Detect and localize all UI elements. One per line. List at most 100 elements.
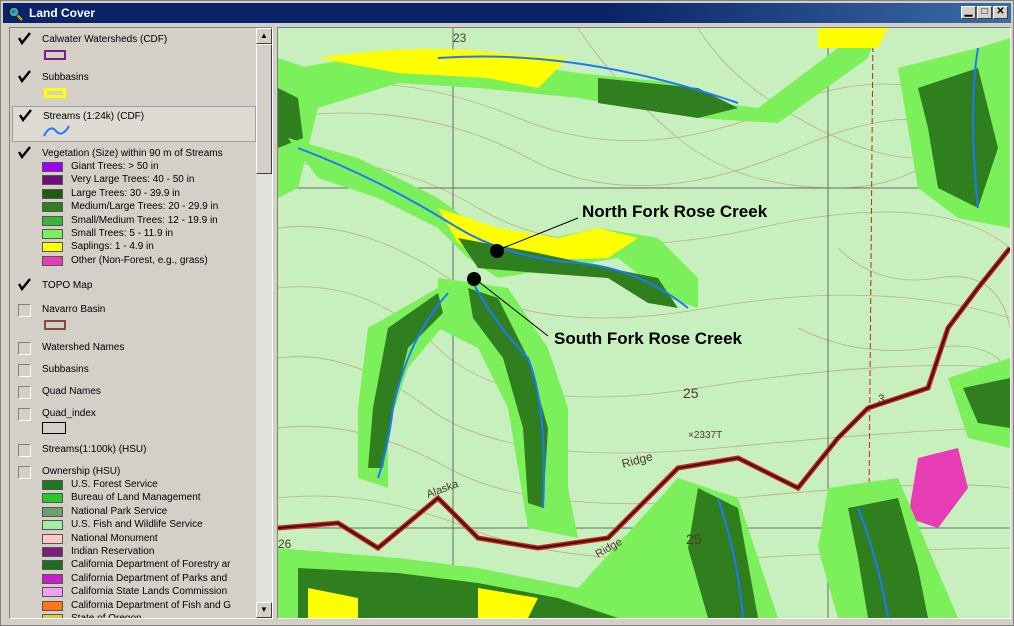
checkmark-icon[interactable] bbox=[18, 146, 31, 159]
layer-name: Streams (1:24k) (CDF) bbox=[43, 111, 145, 122]
checkbox[interactable] bbox=[18, 342, 31, 355]
north-fork-point-icon[interactable] bbox=[490, 244, 504, 258]
legend-swatch bbox=[42, 506, 63, 517]
legend-swatch bbox=[42, 560, 63, 571]
legend-item: Indian Reservation bbox=[42, 546, 256, 559]
layer-name: Quad Names bbox=[42, 386, 101, 397]
legend-item: Saplings: 1 - 4.9 in bbox=[42, 241, 256, 254]
checkbox[interactable] bbox=[18, 408, 31, 421]
legend-label: Giant Trees: > 50 in bbox=[71, 161, 159, 172]
section-number: 25 bbox=[686, 531, 702, 547]
map-canvas[interactable]: ×2337T Ridge 25 25 26 23 Alaska Ridge 3 … bbox=[278, 28, 1010, 618]
layer-vegetation[interactable]: Vegetation (Size) within 90 m of Streams… bbox=[12, 144, 256, 268]
blue-wavy-line-icon bbox=[43, 125, 70, 137]
checkbox[interactable] bbox=[18, 386, 31, 399]
table-of-contents: Calwater Watersheds (CDF) Subbasins Stre… bbox=[9, 27, 273, 619]
minimize-icon: ▁ bbox=[964, 6, 973, 17]
minimize-button[interactable]: ▁ bbox=[961, 6, 976, 19]
legend-label: National Monument bbox=[71, 532, 158, 544]
legend-swatch bbox=[42, 533, 63, 544]
close-icon: ✕ bbox=[996, 6, 1005, 17]
legend-swatch bbox=[42, 188, 63, 199]
legend-swatch bbox=[42, 614, 63, 618]
legend-label: Bureau of Land Management bbox=[71, 492, 201, 504]
layer-name: Calwater Watersheds (CDF) bbox=[42, 34, 168, 45]
legend-label: Other (Non-Forest, e.g., grass) bbox=[71, 254, 208, 266]
window-title: Land Cover bbox=[29, 6, 96, 20]
layer-subbasins-2[interactable]: Subbasins bbox=[12, 362, 256, 380]
section-number: 23 bbox=[453, 31, 467, 45]
legend-swatch bbox=[42, 480, 63, 490]
layer-quad-names[interactable]: Quad Names bbox=[12, 384, 256, 402]
layer-ownership[interactable]: Ownership (HSU) U.S. Forest Service Burea… bbox=[12, 464, 256, 618]
scroll-thumb[interactable] bbox=[256, 44, 272, 174]
layer-calwater-watersheds[interactable]: Calwater Watersheds (CDF) bbox=[12, 30, 256, 66]
legend-item: National Monument bbox=[42, 533, 256, 546]
layer-streams-24k[interactable]: Streams (1:24k) (CDF) bbox=[12, 106, 256, 142]
close-button[interactable]: ✕ bbox=[993, 6, 1008, 19]
legend-swatch bbox=[42, 573, 63, 584]
legend-label: California State Lands Commission bbox=[71, 586, 228, 598]
legend-label: Small Trees: 5 - 11.9 in bbox=[71, 228, 174, 239]
land-cover-window: Land Cover ▁ □ ✕ Calwater Watersheds (CD… bbox=[0, 0, 1014, 626]
layer-name: Subbasins bbox=[42, 364, 89, 375]
layer-subbasins[interactable]: Subbasins bbox=[12, 68, 256, 104]
checkbox[interactable] bbox=[18, 444, 31, 457]
legend-label: Large Trees: 30 - 39.9 in bbox=[71, 187, 180, 199]
south-fork-point-icon[interactable] bbox=[467, 272, 481, 286]
legend-swatch bbox=[42, 242, 63, 253]
legend-swatch bbox=[42, 493, 63, 504]
layer-navarro-basin[interactable]: Navarro Basin bbox=[12, 302, 256, 336]
legend-swatch bbox=[42, 175, 63, 186]
checkmark-icon[interactable] bbox=[18, 32, 31, 45]
legend-item: California Department of Forestry ar bbox=[42, 559, 256, 572]
legend-label: Very Large Trees: 40 - 50 in bbox=[71, 174, 195, 186]
checkmark-icon[interactable] bbox=[18, 70, 31, 83]
legend-swatch bbox=[42, 520, 63, 531]
map-view[interactable]: ×2337T Ridge 25 25 26 23 Alaska Ridge 3 … bbox=[277, 27, 1011, 619]
south-fork-label: South Fork Rose Creek bbox=[554, 329, 743, 348]
legend-item: Large Trees: 30 - 39.9 in bbox=[42, 188, 256, 201]
layer-watershed-names[interactable]: Watershed Names bbox=[12, 340, 256, 358]
legend-label: National Park Service bbox=[71, 505, 168, 517]
layer-quad-index[interactable]: Quad_index bbox=[12, 406, 256, 440]
layer-name: Subbasins bbox=[42, 72, 89, 83]
triangle-down-icon: ▼ bbox=[260, 605, 268, 614]
checkmark-icon[interactable] bbox=[19, 109, 32, 122]
maximize-icon: □ bbox=[981, 6, 988, 17]
legend-label: U.S. Forest Service bbox=[71, 479, 158, 490]
layer-name: Streams(1:100k) (HSU) bbox=[42, 444, 147, 455]
legend-swatch bbox=[42, 255, 63, 266]
layer-topo-map[interactable]: TOPO Map bbox=[12, 276, 256, 294]
maximize-button[interactable]: □ bbox=[977, 6, 992, 19]
north-fork-label: North Fork Rose Creek bbox=[582, 202, 768, 221]
toc-scrollbar[interactable]: ▲ ▼ bbox=[256, 28, 272, 618]
legend-item: Medium/Large Trees: 20 - 29.9 in bbox=[42, 201, 256, 214]
legend-swatch bbox=[42, 587, 63, 598]
triangle-up-icon: ▲ bbox=[260, 31, 268, 40]
legend-label: California Department of Forestry ar bbox=[71, 559, 231, 571]
legend-label: California Department of Fish and G bbox=[71, 599, 232, 611]
layer-streams-100k[interactable]: Streams(1:100k) (HSU) bbox=[12, 442, 256, 460]
search-globe-icon bbox=[8, 6, 23, 21]
layer-name: Watershed Names bbox=[42, 342, 125, 353]
legend-item: U.S. Forest Service bbox=[42, 479, 256, 492]
legend-item: State of Oregon bbox=[42, 613, 256, 618]
purple-outline-box-icon bbox=[44, 50, 66, 60]
legend-item: Small Trees: 5 - 11.9 in bbox=[42, 228, 256, 241]
legend-label: Medium/Large Trees: 20 - 29.9 in bbox=[71, 201, 219, 213]
title-bar[interactable]: Land Cover ▁ □ ✕ bbox=[3, 3, 1011, 23]
checkbox[interactable] bbox=[18, 364, 31, 377]
legend-swatch bbox=[42, 162, 63, 172]
scroll-down-button[interactable]: ▼ bbox=[256, 602, 272, 618]
legend-swatch bbox=[42, 202, 63, 213]
checkbox[interactable] bbox=[18, 304, 31, 317]
legend-label: Saplings: 1 - 4.9 in bbox=[71, 241, 154, 253]
scroll-up-button[interactable]: ▲ bbox=[256, 28, 272, 44]
checkmark-icon[interactable] bbox=[18, 278, 31, 291]
legend-item: California State Lands Commission bbox=[42, 586, 256, 599]
checkbox[interactable] bbox=[18, 466, 31, 479]
black-outline-box-icon bbox=[42, 422, 66, 434]
legend-label: State of Oregon bbox=[71, 613, 142, 618]
layer-name: Vegetation (Size) within 90 m of Streams bbox=[42, 148, 223, 159]
